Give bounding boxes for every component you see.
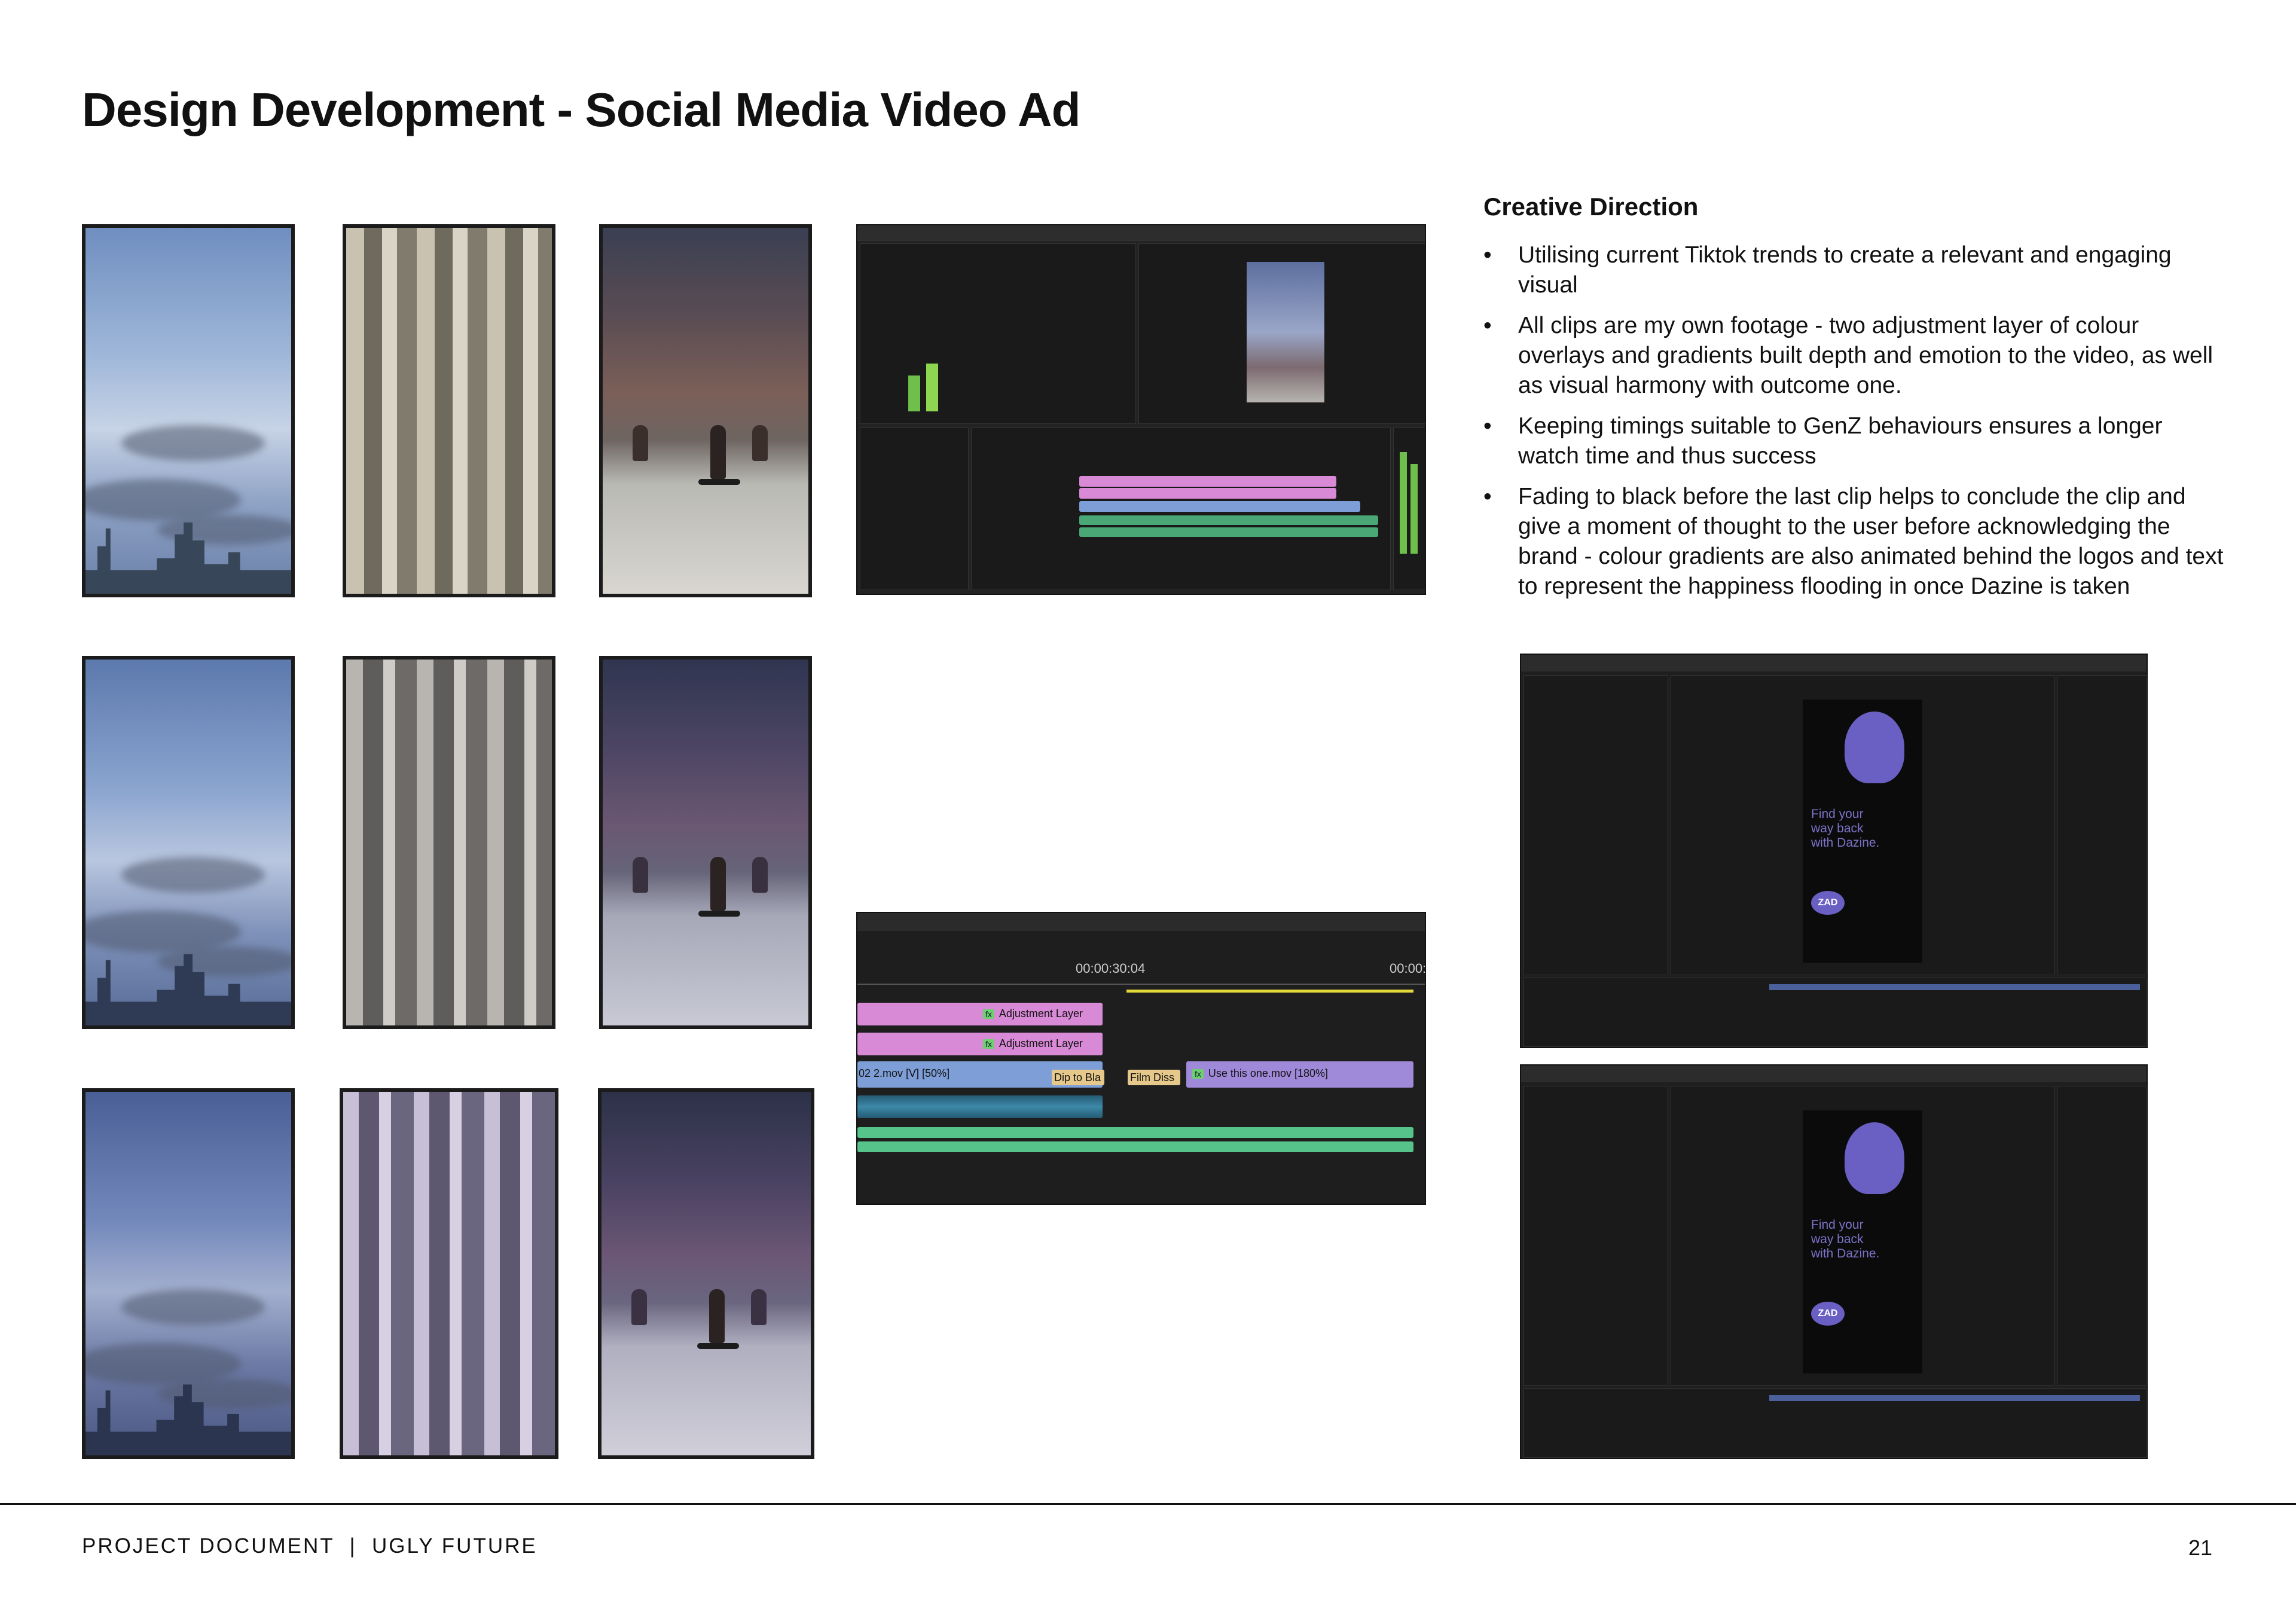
audio-track-2 bbox=[857, 1127, 1413, 1138]
vertical-blinds-frame-3 bbox=[340, 1088, 558, 1459]
audio-track-3 bbox=[857, 1141, 1413, 1152]
sky-frame-1 bbox=[82, 224, 295, 597]
creative-direction-heading: Creative Direction bbox=[1483, 193, 1699, 221]
premiere-editor-screenshot bbox=[856, 224, 1426, 595]
timeline-timecode-next: 00:00: bbox=[1390, 961, 1426, 976]
creative-direction-point: Utilising current Tiktok trends to creat… bbox=[1483, 240, 2225, 300]
video-clip-right: fx Use this one.mov [180%] bbox=[1186, 1061, 1413, 1088]
ae-logo: ZAD bbox=[1811, 1302, 1845, 1326]
creative-direction-point: Keeping timings suitable to GenZ behavio… bbox=[1483, 411, 2225, 471]
footer-project-label: PROJECT DOCUMENT | UGLY FUTURE bbox=[82, 1534, 538, 1558]
transition-film-dissolve: Film Diss bbox=[1128, 1070, 1180, 1085]
audio-track-1 bbox=[857, 1095, 1103, 1118]
sky-frame-2 bbox=[82, 656, 295, 1029]
transition-dip-to-black: Dip to Bla bbox=[1052, 1070, 1104, 1085]
ae-tagline: Find your way back with Dazine. bbox=[1811, 1218, 1880, 1260]
page-number: 21 bbox=[2188, 1535, 2213, 1560]
creative-direction-point: Fading to black before the last clip hel… bbox=[1483, 482, 2225, 602]
creative-direction-point: All clips are my own footage - two adjus… bbox=[1483, 311, 2225, 401]
creative-direction-list: Utilising current Tiktok trends to creat… bbox=[1483, 240, 2225, 612]
ae-logo: ZAD bbox=[1811, 891, 1845, 915]
after-effects-screenshot-1: Find your way back with Dazine. ZAD bbox=[1520, 654, 2148, 1048]
timeline-zoom-screenshot: 00:00:30:04 00:00: fx Adjustment Layer fx… bbox=[856, 912, 1426, 1205]
ae-tagline: Find your way back with Dazine. bbox=[1811, 807, 1880, 850]
adjustment-layer-1: fx Adjustment Layer bbox=[857, 1003, 1103, 1025]
sky-frame-3 bbox=[82, 1088, 295, 1459]
footer-divider bbox=[0, 1503, 2296, 1505]
skater-frame-3 bbox=[598, 1088, 814, 1459]
timeline-timecode: 00:00:30:04 bbox=[1076, 961, 1146, 976]
skyline-silhouette bbox=[86, 522, 291, 594]
vertical-blinds-frame-2 bbox=[343, 656, 555, 1029]
skyline-silhouette bbox=[86, 1384, 291, 1455]
skyline-silhouette bbox=[86, 954, 291, 1025]
vertical-blinds-frame-1 bbox=[343, 224, 555, 597]
page-title: Design Development - Social Media Video … bbox=[82, 83, 1080, 136]
after-effects-screenshot-2: Find your way back with Dazine. ZAD bbox=[1520, 1064, 2148, 1459]
skater-frame-1 bbox=[599, 224, 812, 597]
skater-frame-2 bbox=[599, 656, 812, 1029]
adjustment-layer-2: fx Adjustment Layer bbox=[857, 1033, 1103, 1055]
